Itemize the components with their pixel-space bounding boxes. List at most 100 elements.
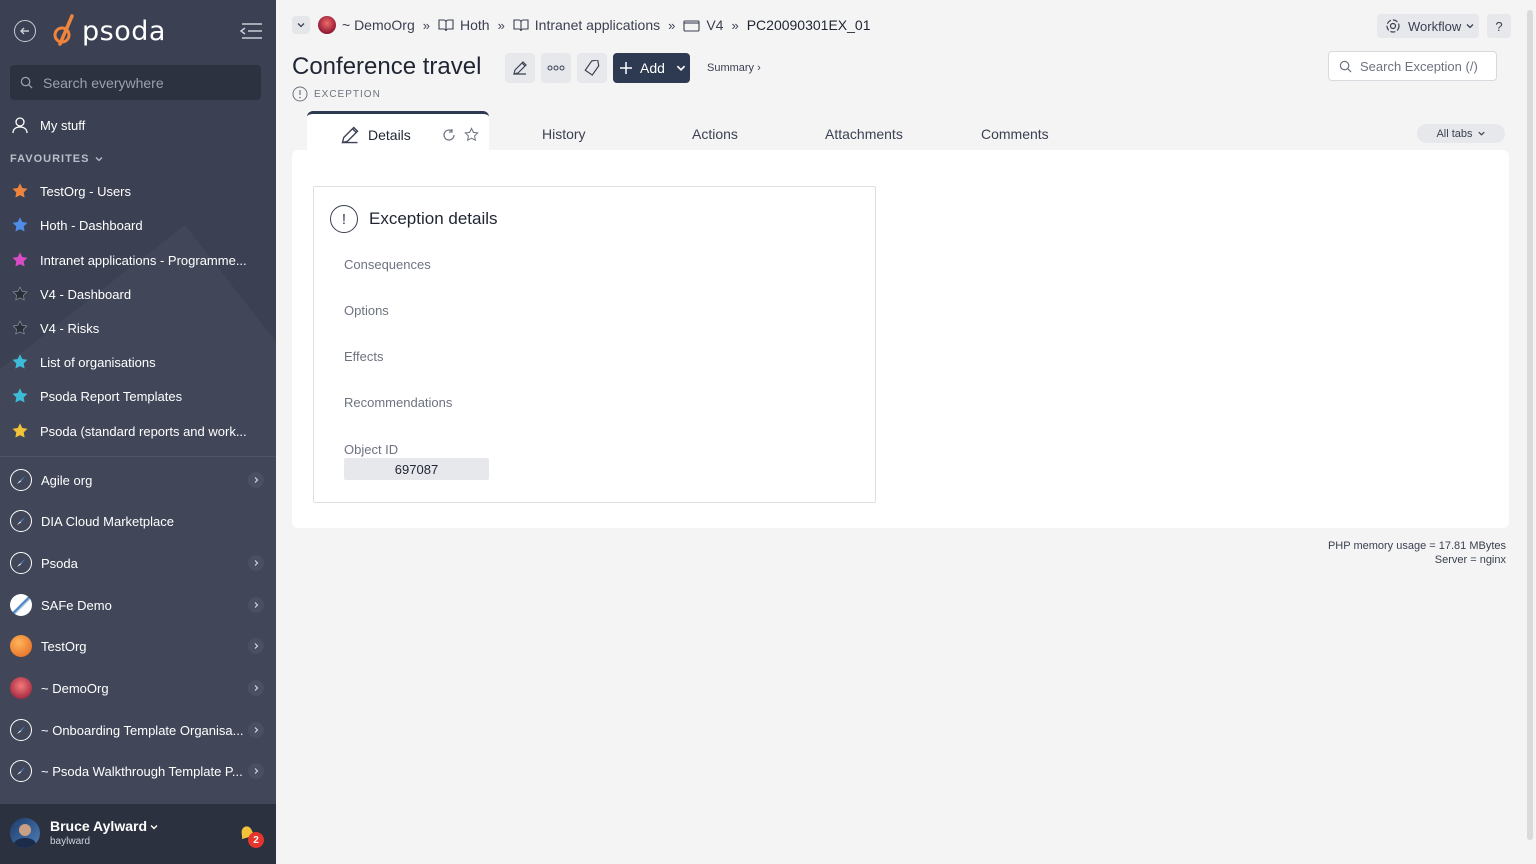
summary-link[interactable]: Summary › <box>707 62 761 74</box>
notification-count-badge: 2 <box>248 832 264 848</box>
workflow-icon <box>1386 19 1400 33</box>
favourite-item[interactable]: Psoda (standard reports and work... <box>10 421 266 441</box>
orange-orb-icon <box>10 635 32 657</box>
tab-actions[interactable]: Actions <box>692 126 738 142</box>
add-button[interactable]: Add <box>613 53 690 83</box>
all-tabs-label: All tabs <box>1436 127 1473 140</box>
exception-search[interactable] <box>1328 51 1497 81</box>
organisation-item[interactable]: DIA Cloud Marketplace <box>10 509 266 533</box>
favourite-label: Hoth - Dashboard <box>40 217 143 233</box>
collapse-sidebar-button[interactable] <box>238 21 264 41</box>
tab-details[interactable]: Details <box>307 111 489 153</box>
refresh-icon[interactable] <box>442 128 456 142</box>
breadcrumb-item-demoorg[interactable]: ~ DemoOrg <box>318 16 415 34</box>
tab-attachments[interactable]: Attachments <box>825 126 903 142</box>
user-icon <box>10 115 30 135</box>
psoda-logo[interactable]: psoda <box>50 14 166 48</box>
sidebar-header: psoda <box>0 0 276 64</box>
arrow-left-icon <box>20 27 29 35</box>
organisation-item[interactable]: Agile org <box>10 468 266 492</box>
organisation-label: TestOrg <box>41 638 87 654</box>
exception-search-input[interactable] <box>1360 58 1490 74</box>
breadcrumb-label: Hoth <box>459 17 490 33</box>
chevron-right-icon[interactable] <box>248 555 264 571</box>
favourite-item[interactable]: TestOrg - Users <box>10 181 266 201</box>
chevron-right-icon[interactable] <box>248 763 264 779</box>
demoorg-orb-icon <box>318 16 336 34</box>
breadcrumb-dropdown-button[interactable] <box>292 16 310 34</box>
favourite-item[interactable]: Psoda Report Templates <box>10 386 266 406</box>
favourite-item[interactable]: V4 - Dashboard <box>10 284 266 304</box>
favourite-item[interactable]: List of organisations <box>10 352 266 372</box>
help-button[interactable]: ? <box>1487 14 1511 38</box>
edit-button[interactable] <box>505 53 535 83</box>
sidebar-divider <box>0 456 276 457</box>
sidebar-item-label: My stuff <box>40 117 86 133</box>
user-name[interactable]: Bruce Aylward <box>50 818 147 834</box>
chevron-down-icon <box>1477 131 1485 136</box>
pencil-icon <box>513 61 527 75</box>
logo-text: psoda <box>82 15 166 47</box>
organisation-label: SAFe Demo <box>41 597 112 613</box>
chevron-right-icon[interactable] <box>248 472 264 488</box>
chevron-down-icon <box>1466 24 1474 29</box>
more-options-button[interactable] <box>541 53 571 83</box>
more-dots-icon <box>547 65 565 71</box>
favourite-item[interactable]: Intranet applications - Programme... <box>10 250 266 270</box>
chevron-right-icon[interactable] <box>248 597 264 613</box>
folder-icon <box>683 19 700 32</box>
exclamation-circle-icon: ! <box>330 205 358 233</box>
tab-label: Details <box>368 127 411 143</box>
compass-icon <box>10 469 32 491</box>
sidebar-item-my-stuff[interactable]: My stuff <box>10 115 266 135</box>
chevron-right-icon[interactable] <box>248 722 264 738</box>
breadcrumb-item-v4[interactable]: V4 <box>683 17 723 33</box>
organisation-item[interactable]: ~ Onboarding Template Organisa... <box>10 718 266 742</box>
star-icon <box>10 421 30 441</box>
star-icon <box>10 318 30 338</box>
breadcrumb-item-current: PC20090301EX_01 <box>746 17 871 33</box>
field-effects: Effects <box>344 349 384 364</box>
avatar[interactable] <box>10 818 40 848</box>
chevron-down-icon[interactable] <box>675 62 687 74</box>
breadcrumb-item-intranet-applications[interactable]: Intranet applications <box>513 17 660 33</box>
global-search[interactable] <box>10 65 261 100</box>
breadcrumb-separator: » <box>497 17 505 33</box>
all-tabs-button[interactable]: All tabs <box>1417 124 1505 143</box>
tag-button[interactable] <box>577 53 607 83</box>
organisation-item[interactable]: Psoda <box>10 551 266 575</box>
organisation-item[interactable]: ~ Psoda Walkthrough Template P... <box>10 759 266 783</box>
back-button[interactable] <box>14 20 36 42</box>
chevron-down-icon <box>96 157 103 162</box>
favourite-label: List of organisations <box>40 354 156 370</box>
organisation-item[interactable]: TestOrg <box>10 634 266 658</box>
tab-comments[interactable]: Comments <box>981 126 1049 142</box>
chevron-right-icon[interactable] <box>248 680 264 696</box>
chevron-right-icon[interactable] <box>248 638 264 654</box>
user-panel[interactable]: Bruce Aylward baylward <box>0 804 276 864</box>
global-search-input[interactable] <box>43 74 243 91</box>
plus-icon <box>620 62 632 74</box>
favourite-label: V4 - Dashboard <box>40 286 132 302</box>
favourite-label: TestOrg - Users <box>40 183 132 199</box>
favourite-item[interactable]: Hoth - Dashboard <box>10 215 266 235</box>
favourites-header[interactable]: FAVOURITES <box>10 153 104 165</box>
tab-history[interactable]: History <box>542 126 586 142</box>
workflow-button[interactable]: Workflow <box>1377 14 1479 38</box>
page-scrollbar-thumb[interactable] <box>1527 10 1533 840</box>
add-label: Add <box>640 60 665 76</box>
organisation-item[interactable]: SAFe Demo <box>10 593 266 617</box>
favourite-item[interactable]: V4 - Risks <box>10 318 266 338</box>
breadcrumb-item-hoth[interactable]: Hoth <box>438 17 490 33</box>
star-outline-icon[interactable] <box>464 127 479 142</box>
star-icon <box>10 386 30 406</box>
favourite-label: Intranet applications - Programme... <box>40 252 247 268</box>
chevron-down-icon <box>297 23 305 28</box>
book-icon <box>438 18 454 32</box>
safe-logo-icon <box>10 594 32 616</box>
field-object-id-label: Object ID <box>344 442 399 457</box>
organisation-item[interactable]: ~ DemoOrg <box>10 676 266 700</box>
chevron-down-icon[interactable] <box>149 822 159 832</box>
breadcrumb-label: ~ DemoOrg <box>342 17 415 33</box>
sidebar: psoda My stuff FAVOURITES TestOrg - User… <box>0 0 276 864</box>
